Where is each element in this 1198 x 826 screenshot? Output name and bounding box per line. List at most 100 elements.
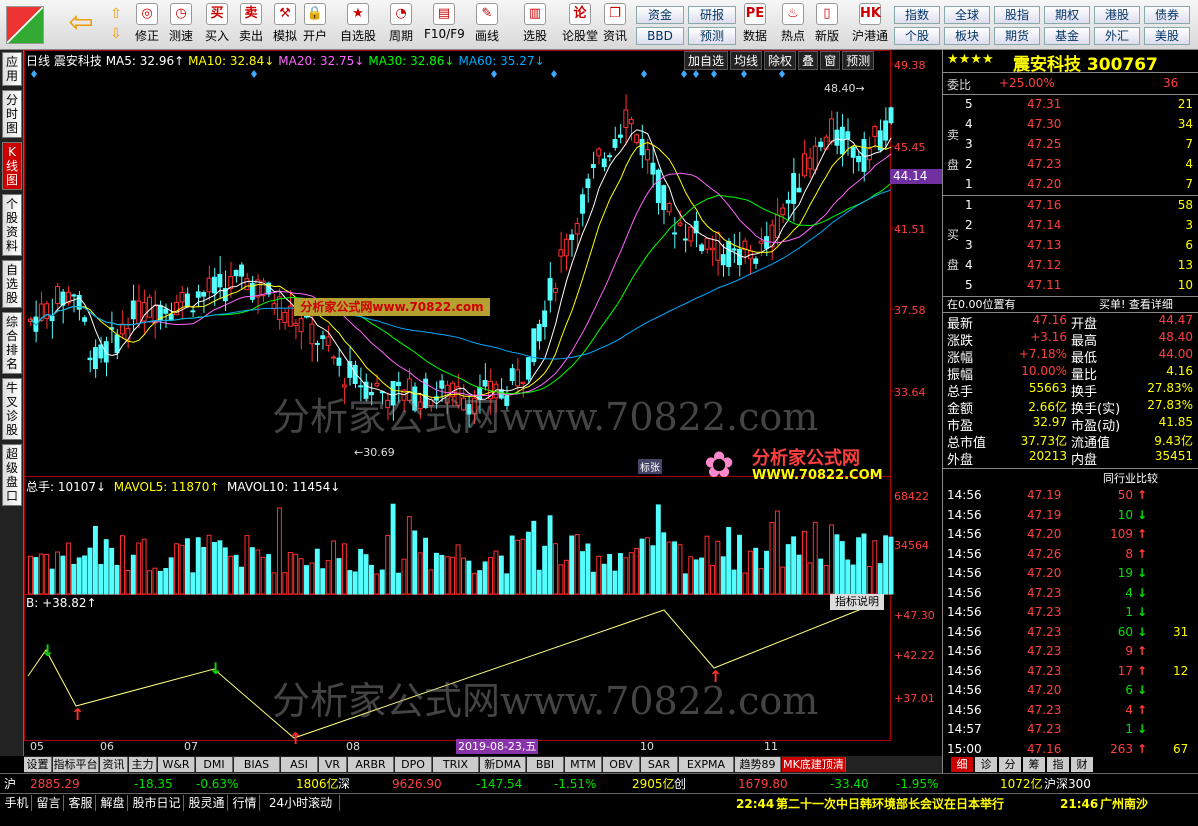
candle	[49, 315, 55, 322]
toolbar-6-button[interactable]: ★ 自选股	[338, 3, 378, 47]
right-tab-1[interactable]: 诊	[975, 757, 997, 772]
toolbar-11-button[interactable]: 论论股堂	[560, 3, 600, 47]
sidebar-item-1[interactable]: 分时图	[2, 90, 22, 138]
indicator-tab-19[interactable]: MK底建顶清	[782, 757, 846, 772]
tick-volume-9: 17	[1117, 663, 1133, 678]
candle	[612, 139, 618, 148]
indicator-tab-15[interactable]: OBV	[603, 757, 640, 772]
market-4-button[interactable]: 港股	[1094, 6, 1140, 24]
indicator-tab-4[interactable]: W&R	[158, 757, 195, 772]
toolbar-5-button[interactable]: 🔒 开户	[300, 3, 330, 47]
indicator-tab-14[interactable]: MTM	[565, 757, 602, 772]
indicator-tab-6[interactable]: BIAS	[234, 757, 280, 772]
toolbar-10-button[interactable]: ▥ 选股	[520, 3, 550, 47]
status-item-1[interactable]: 留言	[34, 795, 64, 811]
market-9-button[interactable]: 基金	[1044, 27, 1090, 45]
status-item-6[interactable]: 行情	[230, 795, 260, 811]
status-item-7[interactable]: 24小时滚动	[262, 795, 340, 811]
chart-tool-4[interactable]: 窗	[820, 51, 841, 70]
status-item-3[interactable]: 解盘	[98, 795, 128, 811]
sidebar-item-6[interactable]: 牛叉诊股	[2, 378, 22, 440]
toolbar-12-button[interactable]: ❐ 资讯	[600, 3, 630, 47]
indicator-tab-17[interactable]: EXPMA	[679, 757, 734, 772]
indicator-tab-18[interactable]: 趋势89	[735, 757, 781, 772]
quick-1-button[interactable]: 研报	[688, 6, 736, 24]
sidebar-item-4[interactable]: 自选股	[2, 260, 22, 308]
indicator-tab-7[interactable]: ASI	[281, 757, 318, 772]
market-3-button[interactable]: 期权	[1044, 6, 1090, 24]
indicator-tab-10[interactable]: DPO	[395, 757, 432, 772]
toolbar-4-button[interactable]: ⚒ 模拟	[270, 3, 300, 47]
compare-button[interactable]: 同行业比较	[1103, 470, 1158, 486]
right-tab-5[interactable]: 财	[1071, 757, 1093, 772]
tick-time-13: 15:00	[947, 741, 982, 756]
quick-0-button[interactable]: 资金	[636, 6, 684, 24]
sidebar-item-0[interactable]: 应用	[2, 52, 22, 86]
volume-bar	[228, 555, 234, 595]
status-item-5[interactable]: 股灵通	[186, 795, 228, 811]
right-tab-0[interactable]: 细	[951, 757, 973, 772]
signal-arrow-icon: ↓	[209, 659, 222, 678]
market-7-button[interactable]: 板块	[944, 27, 990, 45]
back-button[interactable]: ⇦	[64, 6, 98, 42]
indicator-tab-16[interactable]: SAR	[641, 757, 678, 772]
toolbar-1-button[interactable]: ◷ 测速	[166, 3, 196, 47]
market-2-button[interactable]: 股指	[994, 6, 1040, 24]
volume-bar	[856, 537, 862, 595]
status-item-0[interactable]: 手机	[2, 795, 32, 811]
toolbar-9-button[interactable]: ✎ 画线	[472, 3, 502, 47]
indicator-tab-0[interactable]: 设置	[24, 757, 52, 772]
indicator-tab-13[interactable]: BBI	[527, 757, 564, 772]
indicator-tab-11[interactable]: TRIX	[433, 757, 479, 772]
status-item-2[interactable]: 客服	[66, 795, 96, 811]
toolbar-3-button[interactable]: 卖卖出	[236, 3, 266, 47]
market-0-button[interactable]: 指数	[894, 6, 940, 24]
right-tab-2[interactable]: 分	[999, 757, 1021, 772]
chart-tool-2[interactable]: 除权	[764, 51, 797, 70]
quick-3-button[interactable]: 预测	[688, 27, 736, 45]
toolbar-0-button[interactable]: ◎ 修正	[132, 3, 162, 47]
indicator-tab-8[interactable]: VR	[319, 757, 347, 772]
toolbar-14-button[interactable]: ♨ 热点	[778, 3, 808, 47]
sidebar-item-2[interactable]: K线图	[2, 142, 22, 190]
market-6-button[interactable]: 个股	[894, 27, 940, 45]
candle	[731, 248, 737, 251]
indicator-help-button[interactable]: 指标说明	[830, 594, 884, 610]
toolbar-13-button[interactable]: PE 数据	[740, 3, 770, 47]
market-5-button[interactable]: 债券	[1144, 6, 1190, 24]
sidebar-item-5[interactable]: 综合排名	[2, 312, 22, 374]
news-headline-1[interactable]: 第二十一次中日韩环境部长会议在日本举行	[776, 796, 1004, 812]
indicator-tab-5[interactable]: DMI	[196, 757, 233, 772]
candle	[87, 357, 93, 361]
indicator-tab-3[interactable]: 主力	[129, 757, 157, 772]
right-tab-3[interactable]: 筹	[1023, 757, 1045, 772]
indicator-tab-2[interactable]: 资讯	[100, 757, 128, 772]
quick-2-button[interactable]: BBD	[636, 27, 684, 45]
news-headline-2[interactable]: 广州南沙	[1100, 796, 1148, 812]
chart-tool-3[interactable]: 叠	[798, 51, 819, 70]
right-tab-4[interactable]: 指	[1047, 757, 1069, 772]
indicator-tab-1[interactable]: 指标平台	[53, 757, 99, 772]
nav-up-down[interactable]: ⇧ ⇩	[104, 4, 128, 46]
chart-tool-0[interactable]: 加自选	[684, 51, 729, 70]
indicator-tab-12[interactable]: 新DMA	[480, 757, 526, 772]
toolbar-16-button[interactable]: HK 沪港通	[850, 3, 890, 47]
status-item-4[interactable]: 股市日记	[130, 795, 184, 811]
market-8-button[interactable]: 期货	[994, 27, 1040, 45]
sidebar-item-7[interactable]: 超级盘口	[2, 444, 22, 506]
indicator-tab-9[interactable]: ARBR	[348, 757, 394, 772]
market-11-button[interactable]: 美股	[1144, 27, 1190, 45]
sidebar-item-3[interactable]: 个股资料	[2, 194, 22, 256]
toolbar-2-button[interactable]: 买买入	[202, 3, 232, 47]
order-detail-link[interactable]: 买单! 查看详细	[1099, 296, 1173, 312]
toolbar-7-button[interactable]: ◔ 周期	[386, 3, 416, 47]
market-1-button[interactable]: 全球	[944, 6, 990, 24]
market-10-button[interactable]: 外汇	[1094, 27, 1140, 45]
toolbar-12-icon: ❐	[604, 3, 626, 25]
chart-tool-5[interactable]: 预测	[842, 51, 875, 70]
indicator-header: B: +38.82↑	[26, 596, 97, 610]
toolbar-15-button[interactable]: ▯ 新版	[812, 3, 842, 47]
hs300-label: 沪深300	[1044, 777, 1091, 791]
chart-tool-1[interactable]: 均线	[730, 51, 763, 70]
toolbar-8-button[interactable]: ▤ F10/F9	[424, 3, 465, 47]
